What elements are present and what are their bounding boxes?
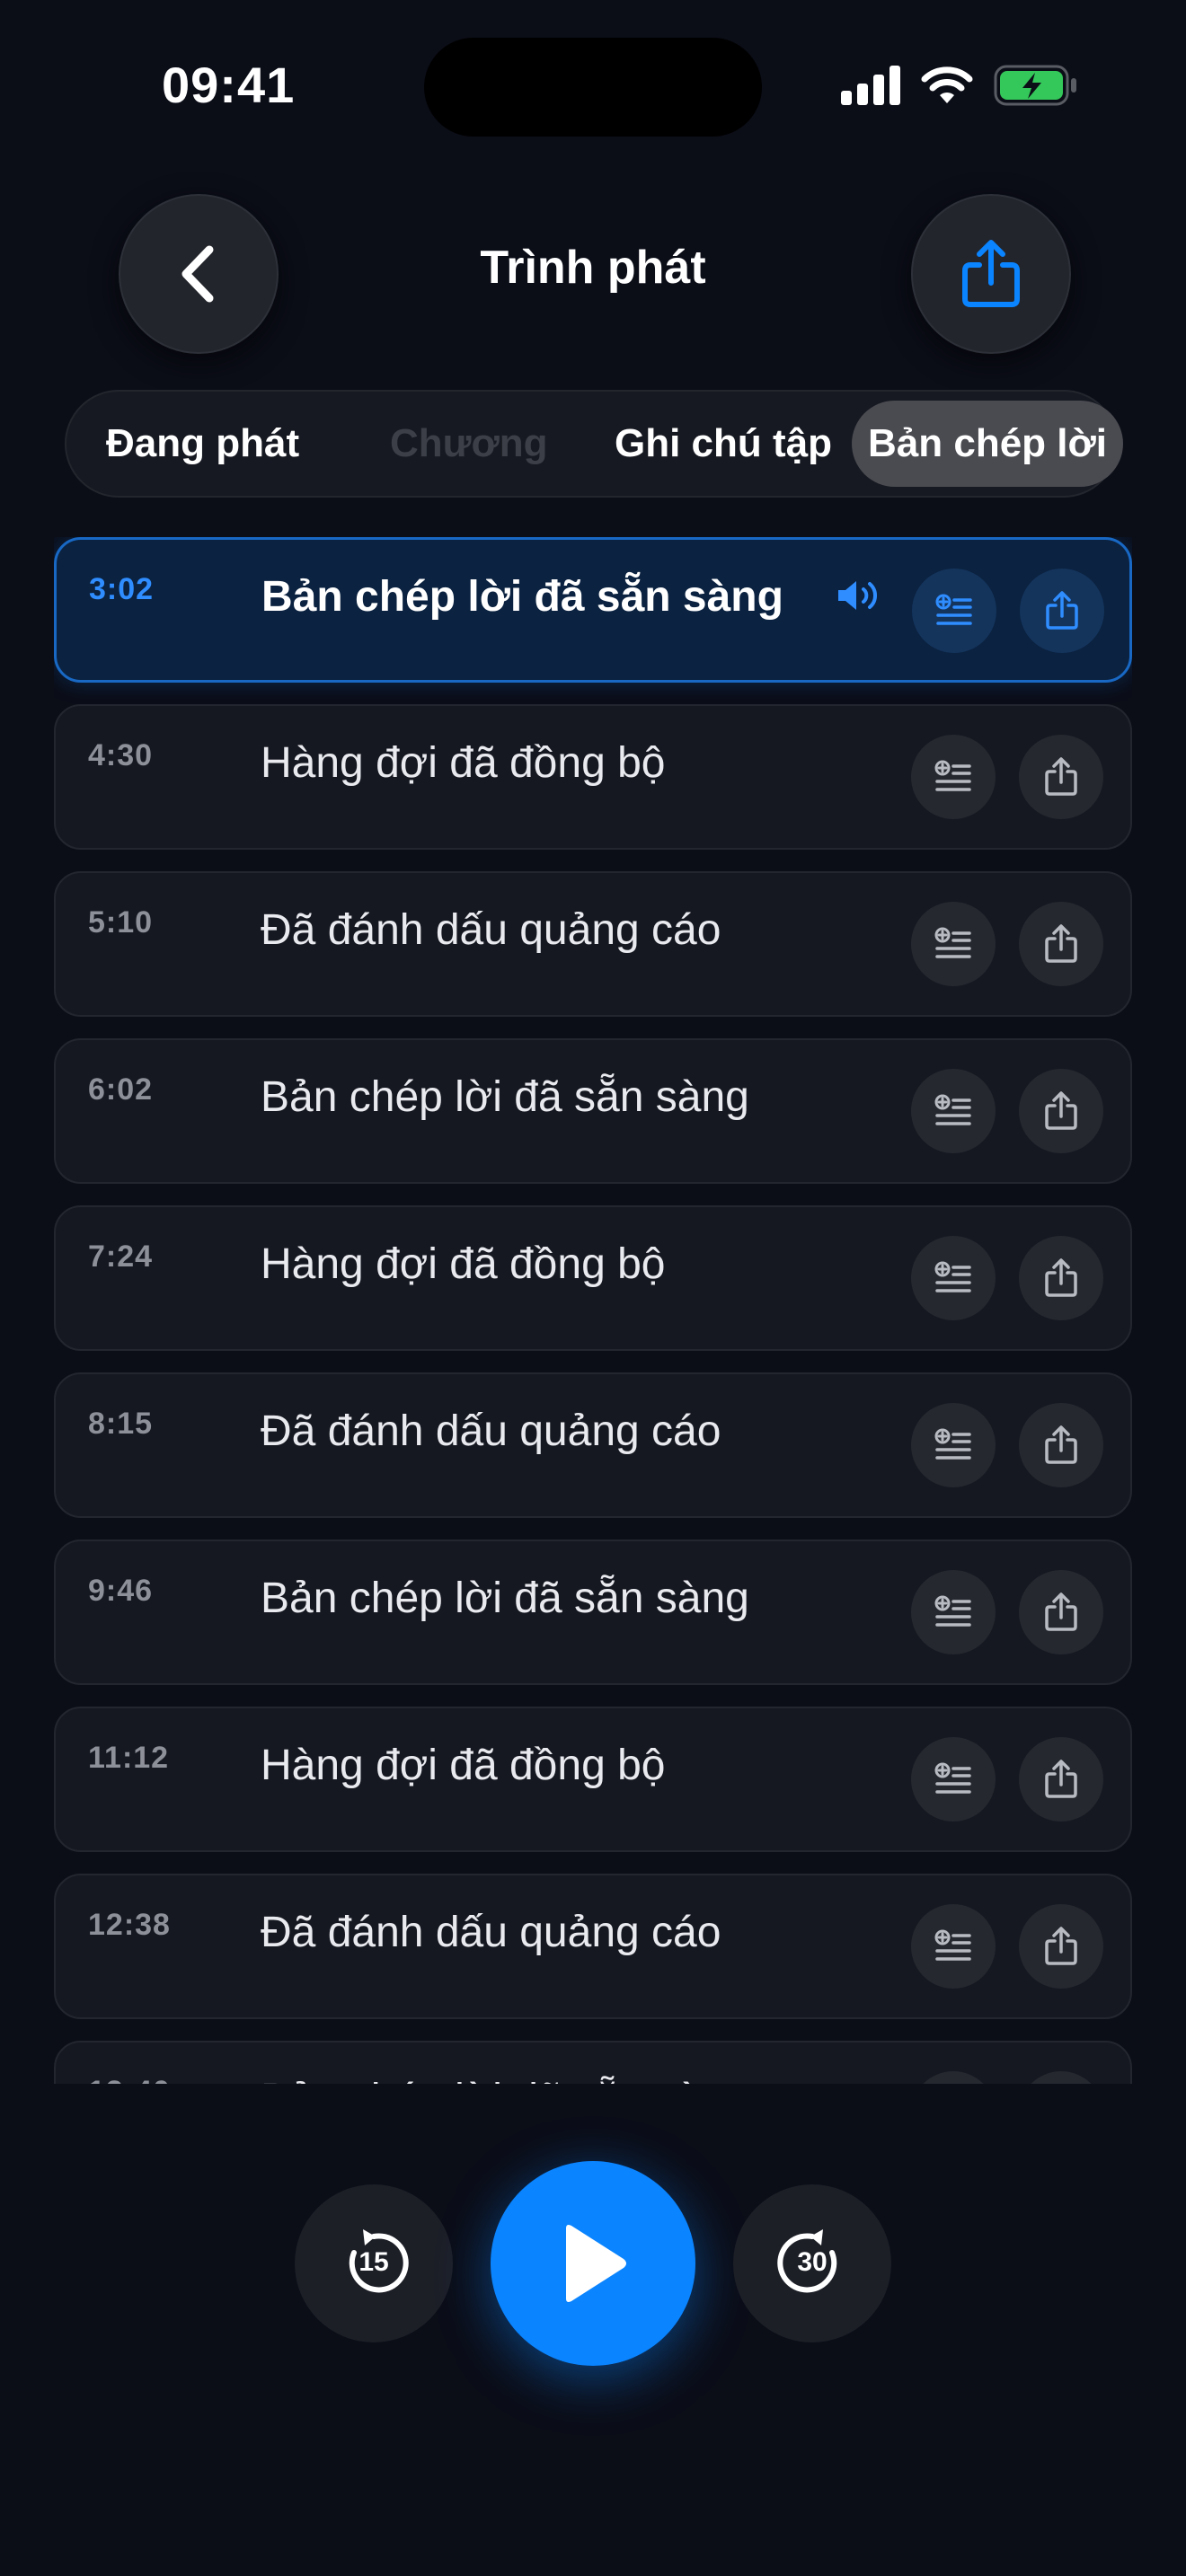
- tab-episode-notes[interactable]: Ghi chú tập: [615, 392, 832, 496]
- share-icon: [1045, 1592, 1077, 1631]
- transcript-list: 3:02 Bản chép lời đã sẵn sàng 4:30 Hàng đợi…: [54, 537, 1132, 2084]
- transcript-text: Hàng đợi đã đồng bộ: [261, 1742, 666, 1789]
- transcript-text: Bản chép lời đã sẵn sàng: [261, 573, 783, 621]
- transcript-row[interactable]: 7:24 Hàng đợi đã đồng bộ: [54, 1205, 1132, 1351]
- transcript-timestamp[interactable]: 6:02: [88, 1072, 153, 1107]
- share-line-button[interactable]: [1019, 1236, 1103, 1320]
- share-line-button[interactable]: [1019, 2071, 1103, 2084]
- share-icon: [1045, 924, 1077, 963]
- share-icon: [1045, 1927, 1077, 1965]
- add-note-button[interactable]: [911, 902, 996, 986]
- skip-forward-button[interactable]: 30: [733, 2184, 891, 2342]
- add-note-icon: [934, 1261, 971, 1292]
- transcript-text: Bản chép lời đã sẵn sàng: [261, 2075, 749, 2084]
- add-note-button[interactable]: [911, 1737, 996, 1822]
- transcript-row[interactable]: 13:40 Bản chép lời đã sẵn sàng: [54, 2041, 1132, 2084]
- speaker-playing-icon: [838, 581, 877, 610]
- share-line-button[interactable]: [1019, 1069, 1103, 1153]
- transcript-timestamp[interactable]: 9:46: [88, 1574, 153, 1609]
- transcript-row[interactable]: 12:38 Đã đánh dấu quảng cáo: [54, 1874, 1132, 2019]
- transcript-row[interactable]: 4:30 Hàng đợi đã đồng bộ: [54, 704, 1132, 850]
- share-icon: [1045, 1091, 1077, 1130]
- transcript-row[interactable]: 3:02 Bản chép lời đã sẵn sàng: [54, 537, 1132, 683]
- transcript-text: Đã đánh dấu quảng cáo: [261, 906, 721, 954]
- share-icon: [1045, 1760, 1077, 1798]
- signal-icon: [841, 66, 900, 105]
- share-line-button[interactable]: [1019, 1904, 1103, 1989]
- transcript-timestamp[interactable]: 7:24: [88, 1239, 153, 1275]
- transcript-row[interactable]: 9:46 Bản chép lời đã sẵn sàng: [54, 1539, 1132, 1685]
- add-note-button[interactable]: [911, 1403, 996, 1487]
- skip-forward-seconds: 30: [797, 2247, 828, 2277]
- add-note-button[interactable]: [911, 735, 996, 819]
- wifi-icon: [921, 66, 973, 103]
- add-note-button[interactable]: [911, 2071, 996, 2084]
- transcript-text: Bản chép lời đã sẵn sàng: [261, 1575, 749, 1622]
- share-icon: [1045, 1258, 1077, 1297]
- add-note-icon: [934, 927, 971, 958]
- dynamic-island: [424, 38, 762, 137]
- share-icon: [962, 240, 1020, 307]
- transcript-text: Bản chép lời đã sẵn sàng: [261, 1073, 749, 1121]
- transcript-row[interactable]: 6:02 Bản chép lời đã sẵn sàng: [54, 1038, 1132, 1184]
- transcript-timestamp[interactable]: 13:40: [88, 2075, 171, 2084]
- transcript-text: Hàng đợi đã đồng bộ: [261, 1240, 666, 1288]
- transcript-text: Đã đánh dấu quảng cáo: [261, 1909, 721, 1956]
- share-line-button[interactable]: [1019, 1737, 1103, 1822]
- add-note-icon: [934, 1428, 971, 1460]
- battery-charging-icon: [994, 65, 1076, 106]
- status-icons: [841, 65, 1078, 106]
- add-note-icon: [934, 760, 971, 791]
- share-button[interactable]: [911, 194, 1071, 354]
- add-note-icon: [934, 1595, 971, 1627]
- transcript-timestamp[interactable]: 3:02: [89, 572, 154, 607]
- add-note-button[interactable]: [911, 1236, 996, 1320]
- add-note-icon: [935, 594, 972, 625]
- add-note-icon: [934, 1762, 971, 1794]
- transcript-timestamp[interactable]: 4:30: [88, 738, 153, 773]
- share-line-button[interactable]: [1020, 569, 1104, 653]
- share-line-button[interactable]: [1019, 1403, 1103, 1487]
- skip-back-button[interactable]: 15: [295, 2184, 453, 2342]
- transcript-text: Hàng đợi đã đồng bộ: [261, 739, 666, 787]
- share-line-button[interactable]: [1019, 1570, 1103, 1654]
- transcript-timestamp[interactable]: 8:15: [88, 1407, 153, 1442]
- transcript-text: Đã đánh dấu quảng cáo: [261, 1407, 721, 1455]
- add-note-icon: [934, 1094, 971, 1125]
- add-note-button[interactable]: [911, 1570, 996, 1654]
- add-note-button[interactable]: [912, 569, 996, 653]
- share-icon: [1045, 1425, 1077, 1464]
- transcript-timestamp[interactable]: 11:12: [88, 1741, 169, 1776]
- transcript-timestamp[interactable]: 12:38: [88, 1908, 171, 1943]
- tab-chapters[interactable]: Chương: [390, 392, 548, 496]
- add-note-icon: [934, 1929, 971, 1961]
- skip-back-seconds: 15: [358, 2247, 389, 2277]
- share-icon: [1046, 591, 1078, 630]
- tab-transcript[interactable]: Bản chép lời: [852, 401, 1123, 487]
- play-button[interactable]: [491, 2161, 695, 2366]
- transcript-row[interactable]: 11:12 Hàng đợi đã đồng bộ: [54, 1707, 1132, 1852]
- share-icon: [1045, 757, 1077, 796]
- tab-bar: Đang phát Chương Ghi chú tập Bản chép lờ…: [65, 390, 1123, 498]
- transcript-timestamp[interactable]: 5:10: [88, 905, 153, 940]
- transcript-row[interactable]: 5:10 Đã đánh dấu quảng cáo: [54, 871, 1132, 1017]
- now-playing-indicator: [836, 578, 883, 618]
- status-time: 09:41: [162, 57, 296, 113]
- share-line-button[interactable]: [1019, 902, 1103, 986]
- add-note-button[interactable]: [911, 1069, 996, 1153]
- tab-now-playing[interactable]: Đang phát: [106, 392, 299, 496]
- play-icon: [566, 2225, 626, 2302]
- share-line-button[interactable]: [1019, 735, 1103, 819]
- transcript-row[interactable]: 8:15 Đã đánh dấu quảng cáo: [54, 1372, 1132, 1518]
- add-note-button[interactable]: [911, 1904, 996, 1989]
